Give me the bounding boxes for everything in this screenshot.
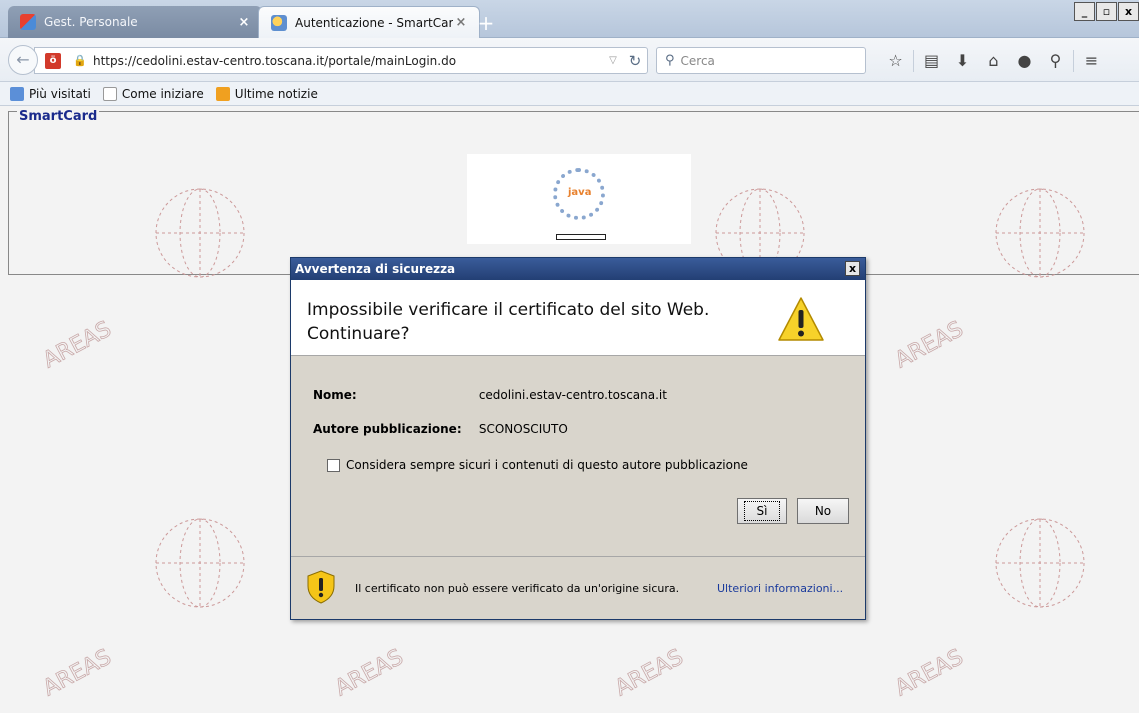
home-icon[interactable]: ⌂ [978, 47, 1009, 74]
bookmark-piu-visitati[interactable]: Più visitati [10, 86, 91, 101]
watermark-text: AREAS [39, 317, 115, 373]
download-icon[interactable]: ⬇ [947, 47, 978, 74]
toolbar-icons: ☆ ▤ ⬇ ⌂ ● ⚲ ≡ [880, 47, 1107, 74]
name-row: Nome: cedolini.estav-centro.toscana.it [313, 388, 667, 402]
dialog-question: Impossibile verificare il certificato de… [307, 300, 710, 344]
bookmark-star-icon[interactable]: ☆ [880, 47, 911, 74]
more-info-link[interactable]: Ulteriori informazioni... [717, 582, 843, 595]
watermark-text: AREAS [611, 645, 687, 701]
dialog-close-button[interactable]: x [845, 261, 860, 276]
search-icon: ⚲ [665, 53, 675, 68]
chat-icon[interactable]: ● [1009, 47, 1040, 74]
applet-progress-bar [556, 234, 606, 240]
toolbar-separator [1073, 50, 1074, 72]
name-label: Nome: [313, 388, 357, 402]
java-applet: java [467, 154, 691, 244]
tab-close-icon[interactable]: × [453, 15, 469, 30]
search-toolbar-icon[interactable]: ⚲ [1040, 47, 1071, 74]
no-button[interactable]: No [797, 498, 849, 524]
back-button[interactable]: ← [8, 45, 38, 75]
java-cup-icon: java [568, 187, 592, 198]
url-bar[interactable]: ö 🔒 https://cedolini.estav-centro.toscan… [34, 47, 648, 74]
dialog-title: Avvertenza di sicurezza [295, 262, 456, 276]
reload-icon[interactable]: ↻ [623, 52, 647, 70]
bookmark-label: Più visitati [29, 86, 91, 101]
navigation-toolbar: ö 🔒 https://cedolini.estav-centro.toscan… [0, 38, 1139, 82]
dialog-titlebar[interactable]: Avvertenza di sicurezza x [291, 258, 865, 280]
tab-title: Autenticazione - SmartCard [295, 15, 453, 30]
most-visited-icon [10, 86, 24, 101]
dialog-header: Impossibile verificare il certificato de… [291, 280, 865, 356]
watermark-globe-icon [130, 501, 260, 631]
site-identity-icon[interactable]: ö [45, 52, 61, 69]
reading-list-icon[interactable]: ▤ [916, 47, 947, 74]
watermark-text: AREAS [891, 645, 967, 701]
yes-button-label: Sì [743, 501, 781, 521]
watermark-text: AREAS [891, 317, 967, 373]
joomla-favicon-icon [20, 14, 36, 30]
warning-triangle-icon [778, 297, 824, 341]
dialog-footer: Il certificato non può essere verificato… [291, 556, 865, 619]
toolbar-separator [913, 50, 914, 72]
yes-button[interactable]: Sì [737, 498, 787, 524]
history-dropdown-icon[interactable]: ▽ [603, 55, 623, 66]
watermark-globe-icon [970, 501, 1100, 631]
bookmark-label: Come iniziare [121, 86, 204, 101]
bookmarks-toolbar: Più visitati Come iniziare Ultime notizi… [0, 82, 1139, 106]
publisher-row: Autore pubblicazione: SCONOSCIUTO [313, 422, 568, 436]
back-arrow-icon: ← [16, 50, 30, 69]
dialog-body: Nome: cedolini.estav-centro.toscana.it A… [291, 356, 865, 556]
footer-message: Il certificato non può essere verificato… [355, 582, 680, 595]
menu-icon[interactable]: ≡ [1076, 47, 1107, 74]
bookmark-ultime-notizie[interactable]: Ultime notizie [215, 86, 318, 101]
shield-warning-icon [307, 570, 335, 604]
search-bar[interactable]: ⚲ Cerca [656, 47, 866, 74]
java-loading-icon: java [553, 168, 605, 220]
bookmark-come-iniziare[interactable]: Come iniziare [102, 86, 204, 101]
window-controls: _ ▫ x [1073, 2, 1139, 21]
lock-icon: 🔒 [73, 54, 87, 67]
minimize-button[interactable]: _ [1074, 2, 1095, 21]
page-icon [102, 86, 117, 101]
checkbox-box[interactable] [327, 458, 340, 472]
always-trust-checkbox[interactable]: Considera sempre sicuri i contenuti di q… [327, 458, 748, 472]
fieldset-legend: SmartCard [17, 109, 100, 124]
site-favicon-icon [271, 14, 287, 31]
watermark-text: AREAS [39, 645, 115, 701]
checkbox-label: Considera sempre sicuri i contenuti di q… [346, 458, 748, 472]
name-value: cedolini.estav-centro.toscana.it [478, 388, 667, 402]
new-tab-button[interactable]: + [474, 13, 498, 35]
tab-gest-personale[interactable]: Gest. Personale × [8, 6, 262, 38]
close-window-button[interactable]: x [1118, 2, 1139, 21]
url-text[interactable]: https://cedolini.estav-centro.toscana.it… [93, 54, 603, 68]
tab-strip: Gest. Personale × Autenticazione - Smart… [0, 0, 1139, 38]
tab-title: Gest. Personale [44, 15, 138, 29]
tab-autenticazione[interactable]: Autenticazione - SmartCard × [258, 6, 480, 38]
security-warning-dialog: Avvertenza di sicurezza x Impossibile ve… [290, 257, 866, 620]
publisher-value: SCONOSCIUTO [478, 422, 568, 436]
rss-feed-icon [215, 86, 230, 101]
watermark-text: AREAS [331, 645, 407, 701]
publisher-label: Autore pubblicazione: [313, 422, 462, 436]
search-placeholder: Cerca [680, 53, 715, 68]
tab-close-icon[interactable]: × [236, 15, 252, 30]
bookmark-label: Ultime notizie [234, 86, 318, 101]
maximize-button[interactable]: ▫ [1096, 2, 1117, 21]
